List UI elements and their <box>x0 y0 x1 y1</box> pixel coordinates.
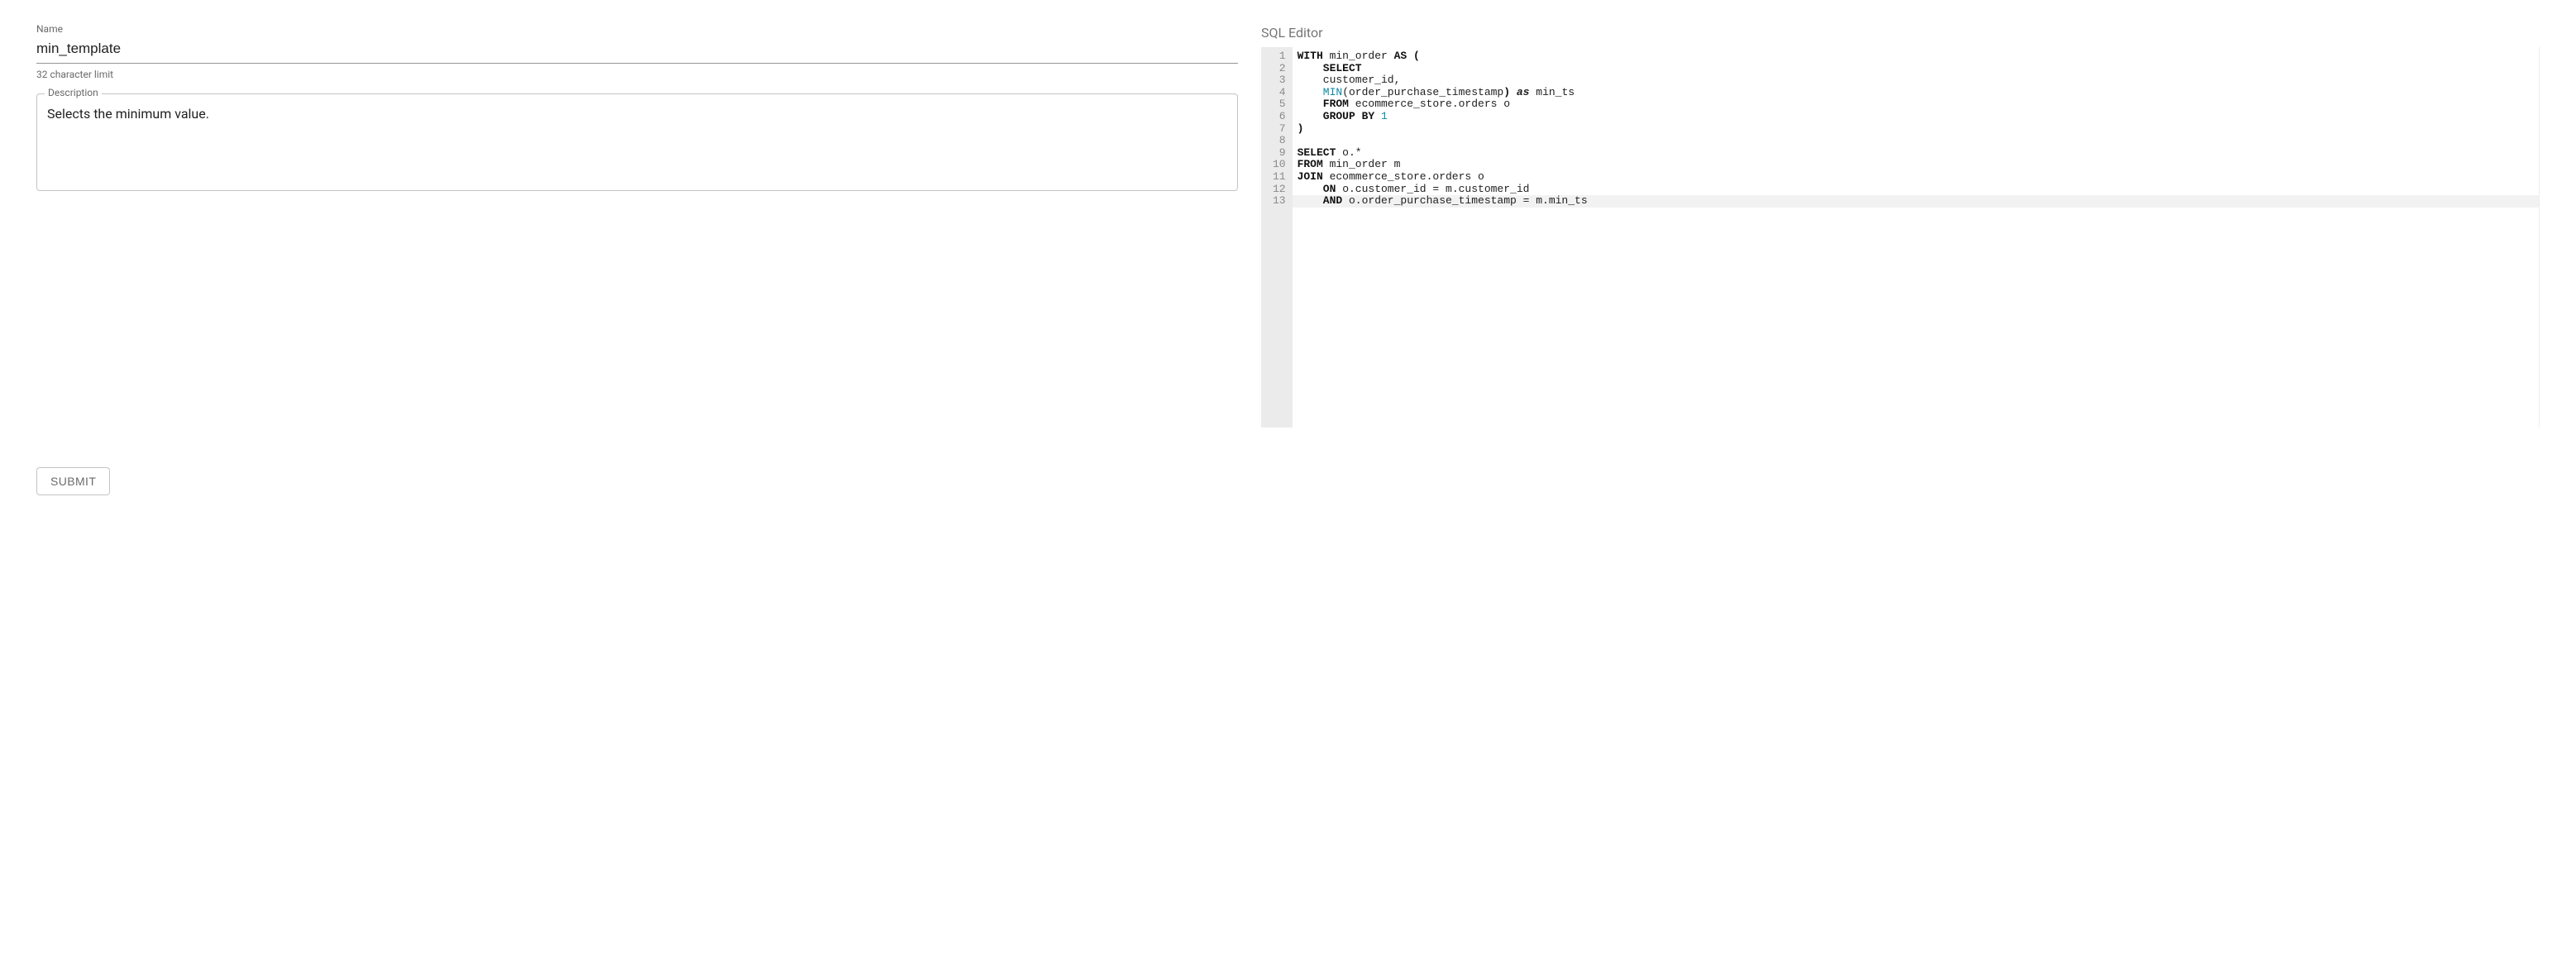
code-line[interactable]: MIN(order_purchase_timestamp) as min_ts <box>1298 87 2534 99</box>
code-line[interactable] <box>1298 135 2534 147</box>
sql-editor-title: SQL Editor <box>1261 25 2540 41</box>
line-number: 4 <box>1273 87 1286 99</box>
line-number: 6 <box>1273 111 1286 123</box>
code-area[interactable]: WITH min_order AS ( SELECT customer_id, … <box>1293 47 2539 428</box>
code-line[interactable]: JOIN ecommerce_store.orders o <box>1298 171 2534 184</box>
description-field: Description <box>36 93 1238 194</box>
line-number: 13 <box>1273 195 1286 208</box>
code-line[interactable]: ) <box>1298 123 2534 136</box>
code-line[interactable]: GROUP BY 1 <box>1298 111 2534 123</box>
sql-editor[interactable]: 12345678910111213 WITH min_order AS ( SE… <box>1261 47 2540 428</box>
line-number: 10 <box>1273 159 1286 171</box>
sql-editor-panel: SQL Editor 12345678910111213 WITH min_or… <box>1261 23 2540 428</box>
line-number: 9 <box>1273 147 1286 160</box>
code-line[interactable]: SELECT o.* <box>1298 147 2534 160</box>
description-textarea[interactable] <box>36 93 1238 191</box>
code-line[interactable]: SELECT <box>1298 63 2534 75</box>
line-number: 2 <box>1273 63 1286 75</box>
submit-button[interactable]: SUBMIT <box>36 467 110 495</box>
form-panel: Name 32 character limit Description SUBM… <box>36 23 1238 495</box>
line-number: 8 <box>1273 135 1286 147</box>
line-number: 7 <box>1273 123 1286 136</box>
line-number: 1 <box>1273 50 1286 63</box>
code-line[interactable]: WITH min_order AS ( <box>1298 50 2534 63</box>
code-line[interactable]: customer_id, <box>1298 74 2534 87</box>
code-line[interactable]: AND o.order_purchase_timestamp = m.min_t… <box>1298 195 2534 208</box>
code-line[interactable]: FROM ecommerce_store.orders o <box>1298 98 2534 111</box>
name-helper-text: 32 character limit <box>36 69 1238 80</box>
name-input[interactable] <box>36 36 1238 64</box>
line-number-gutter: 12345678910111213 <box>1261 47 1293 428</box>
line-number: 5 <box>1273 98 1286 111</box>
name-field-label: Name <box>36 23 1238 35</box>
code-line[interactable]: FROM min_order m <box>1298 159 2534 171</box>
line-number: 12 <box>1273 184 1286 196</box>
line-number: 11 <box>1273 171 1286 184</box>
line-number: 3 <box>1273 74 1286 87</box>
description-label: Description <box>45 87 102 98</box>
code-line[interactable]: ON o.customer_id = m.customer_id <box>1298 184 2534 196</box>
page-layout: Name 32 character limit Description SUBM… <box>36 23 2540 495</box>
